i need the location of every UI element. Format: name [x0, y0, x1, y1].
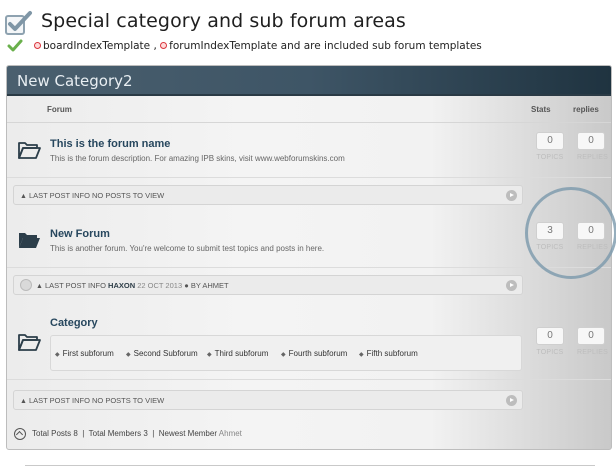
page-subtitle: boardIndexTemplate , forumIndexTemplate …	[34, 40, 482, 52]
subforum-link[interactable]: Fifth subforum	[359, 349, 418, 358]
topics-count: 0	[536, 327, 564, 345]
pin-icon: ▲	[20, 193, 27, 200]
last-post-title[interactable]: HAXON	[108, 281, 135, 290]
check-icon	[7, 39, 23, 52]
replies-stat: 0 REPLIES	[577, 327, 608, 356]
page-header: Special category and sub forum areas boa…	[0, 0, 616, 62]
subforum-link[interactable]: Fourth subforum	[281, 349, 348, 358]
replies-count: 0	[577, 132, 605, 150]
bullet-dot-icon	[160, 42, 168, 49]
topics-label: TOPICS	[536, 349, 564, 356]
topics-stat: 0 TOPICS	[536, 327, 564, 356]
last-post-info: ▲ LAST POST INFO NO POSTS TO VIEW	[20, 396, 164, 405]
topics-label: TOPICS	[536, 154, 564, 161]
forum-row: Category First subforum Second Subforum …	[7, 302, 611, 380]
collapse-up-icon[interactable]	[14, 428, 26, 440]
go-arrow-icon[interactable]	[506, 190, 517, 201]
column-stats: Stats	[531, 105, 551, 114]
subforum-link[interactable]: Second Subforum	[126, 349, 198, 358]
forum-name[interactable]: New Forum	[50, 228, 110, 240]
last-post-date: 22 OCT 2013	[137, 281, 183, 290]
board-stats-footer: Total Posts 8 | Total Members 3 | Newest…	[7, 421, 611, 449]
column-headers: Forum Stats replies	[7, 96, 611, 123]
column-forum: Forum	[47, 105, 72, 114]
subforum-link[interactable]: First subforum	[55, 349, 114, 358]
pin-icon: ▲	[20, 398, 27, 405]
newest-member-name[interactable]: Ahmet	[219, 429, 242, 438]
last-post-bar: ▲ LAST POST INFO NO POSTS TO VIEW	[13, 185, 523, 205]
last-post-info: ▲ LAST POST INFO NO POSTS TO VIEW	[20, 191, 164, 200]
total-members: Total Members 3	[88, 429, 148, 438]
last-post-bar: ▲ LAST POST INFO HAXON 22 OCT 2013 ● BY A…	[13, 275, 523, 295]
last-post-text: LAST POST INFO NO POSTS TO VIEW	[28, 396, 165, 405]
last-post-text: LAST POST INFO NO POSTS TO VIEW	[28, 191, 165, 200]
bullet-dot-icon	[34, 42, 41, 49]
avatar[interactable]	[20, 279, 32, 291]
divider	[25, 465, 595, 466]
topics-count: 0	[536, 132, 564, 150]
pin-icon: ▲	[36, 283, 43, 290]
checkbox-check-icon	[5, 11, 32, 35]
topics-stat: 0 TOPICS	[536, 132, 564, 161]
user-icon: ●	[184, 281, 189, 290]
newest-member-label: Newest Member	[158, 429, 217, 438]
board-stats-text: Total Posts 8 | Total Members 3 | Newest…	[32, 429, 242, 438]
forum-description: This is the forum description. For amazi…	[50, 154, 345, 163]
last-post-bar: ▲ LAST POST INFO NO POSTS TO VIEW	[13, 390, 523, 410]
forum-name[interactable]: Category	[50, 317, 98, 329]
subtitle-part-1: boardIndexTemplate ,	[43, 40, 157, 52]
go-arrow-icon[interactable]	[506, 280, 517, 291]
total-posts: Total Posts 8	[32, 429, 78, 438]
folder-filled-icon	[19, 233, 40, 248]
folder-open-icon	[18, 142, 41, 159]
subforum-link[interactable]: Third subforum	[207, 349, 269, 358]
replies-label: REPLIES	[577, 154, 608, 161]
highlight-circle	[525, 187, 616, 279]
go-arrow-icon[interactable]	[506, 395, 517, 406]
forum-description: This is another forum. You're welcome to…	[50, 244, 325, 253]
page-title: Special category and sub forum areas	[41, 10, 406, 32]
folder-open-icon	[18, 334, 41, 351]
forum-name[interactable]: This is the forum name	[50, 138, 170, 150]
subtitle-part-2: forumIndexTemplate and are included sub …	[169, 40, 482, 52]
subforum-list: First subforum Second Subforum Third sub…	[50, 335, 522, 371]
category-header: New Category2	[7, 66, 611, 96]
replies-label: REPLIES	[577, 349, 608, 356]
last-post-info: ▲ LAST POST INFO HAXON 22 OCT 2013 ● BY A…	[36, 281, 229, 290]
replies-count: 0	[577, 327, 605, 345]
forum-row: New Forum This is another forum. You're …	[7, 212, 611, 268]
last-post-prefix: LAST POST INFO	[44, 281, 106, 290]
replies-stat: 0 REPLIES	[577, 132, 608, 161]
last-post-author[interactable]: BY AHMET	[191, 281, 229, 290]
column-replies: replies	[573, 105, 599, 114]
category-panel: New Category2 Forum Stats replies This i…	[6, 65, 612, 450]
category-title[interactable]: New Category2	[17, 72, 133, 90]
forum-row: This is the forum name This is the forum…	[7, 124, 611, 178]
